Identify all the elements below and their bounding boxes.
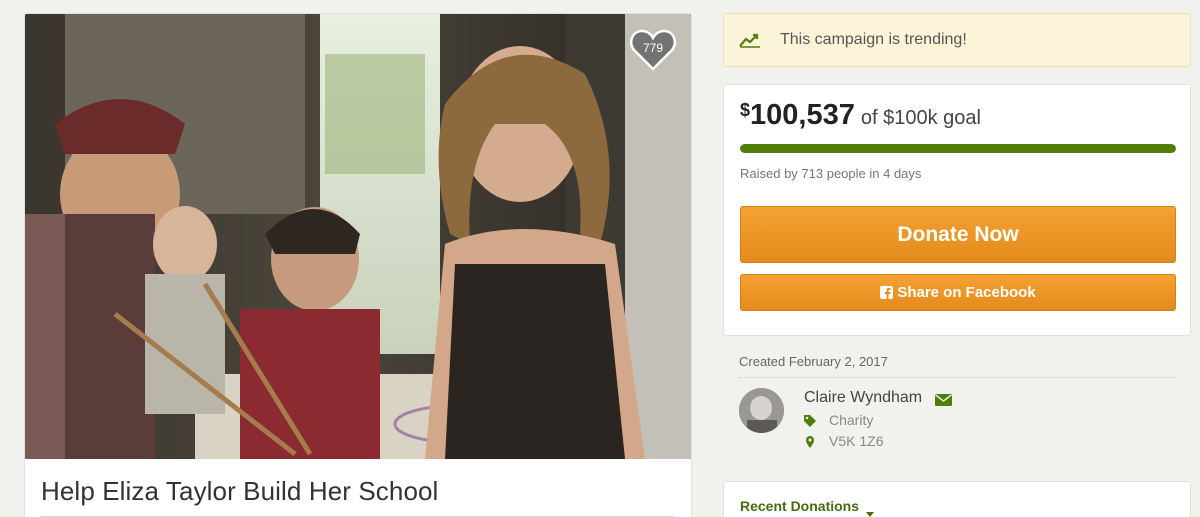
like-button[interactable]: 779: [629, 28, 677, 72]
currency-symbol: $: [740, 100, 751, 120]
envelope-icon[interactable]: [935, 393, 952, 406]
category-row: Charity: [804, 412, 873, 428]
progress-fill: [740, 144, 1176, 153]
created-date: Created February 2, 2017: [739, 354, 888, 369]
trending-text: This campaign is trending!: [780, 31, 967, 48]
progress-bar: [740, 144, 1176, 153]
recent-donations-toggle[interactable]: Recent Donations: [740, 498, 875, 517]
campaign-photo[interactable]: 779: [25, 14, 691, 459]
campaign-card: 779 Help Eliza Taylor Build Her School: [24, 13, 692, 517]
share-facebook-label: Share on Facebook: [897, 284, 1036, 301]
location-row: V5K 1Z6: [804, 433, 883, 449]
organizer-name[interactable]: Claire Wyndham: [804, 389, 922, 407]
recent-donations-card: Recent Donations: [723, 481, 1191, 517]
share-facebook-button[interactable]: Share on Facebook: [740, 274, 1176, 311]
raised-by-text: Raised by 713 people in 4 days: [740, 166, 922, 181]
trending-banner: This campaign is trending!: [723, 13, 1191, 67]
campaign-photo-image: [25, 14, 691, 459]
donation-card: $ 100,537 of $100k goal Raised by 713 pe…: [723, 84, 1191, 336]
category-text[interactable]: Charity: [829, 412, 873, 428]
goal-text: of $100k goal: [860, 107, 981, 129]
map-pin-icon: [804, 435, 816, 448]
location-text: V5K 1Z6: [829, 433, 884, 449]
avatar[interactable]: [739, 388, 784, 433]
donate-now-button[interactable]: Donate Now: [740, 206, 1176, 263]
like-count: 779: [642, 41, 664, 55]
donate-now-label: Donate Now: [897, 222, 1019, 246]
raised-amount: 100,537: [750, 99, 855, 131]
trending-up-icon: [739, 32, 761, 48]
created-divider: [739, 377, 1175, 378]
tag-icon: [804, 414, 816, 427]
caret-down-icon: [866, 504, 875, 517]
campaign-title: Help Eliza Taylor Build Her School: [41, 476, 439, 506]
recent-donations-label: Recent Donations: [740, 498, 860, 514]
raised-summary: $ 100,537 of $100k goal: [740, 99, 981, 132]
facebook-icon: [880, 286, 894, 299]
